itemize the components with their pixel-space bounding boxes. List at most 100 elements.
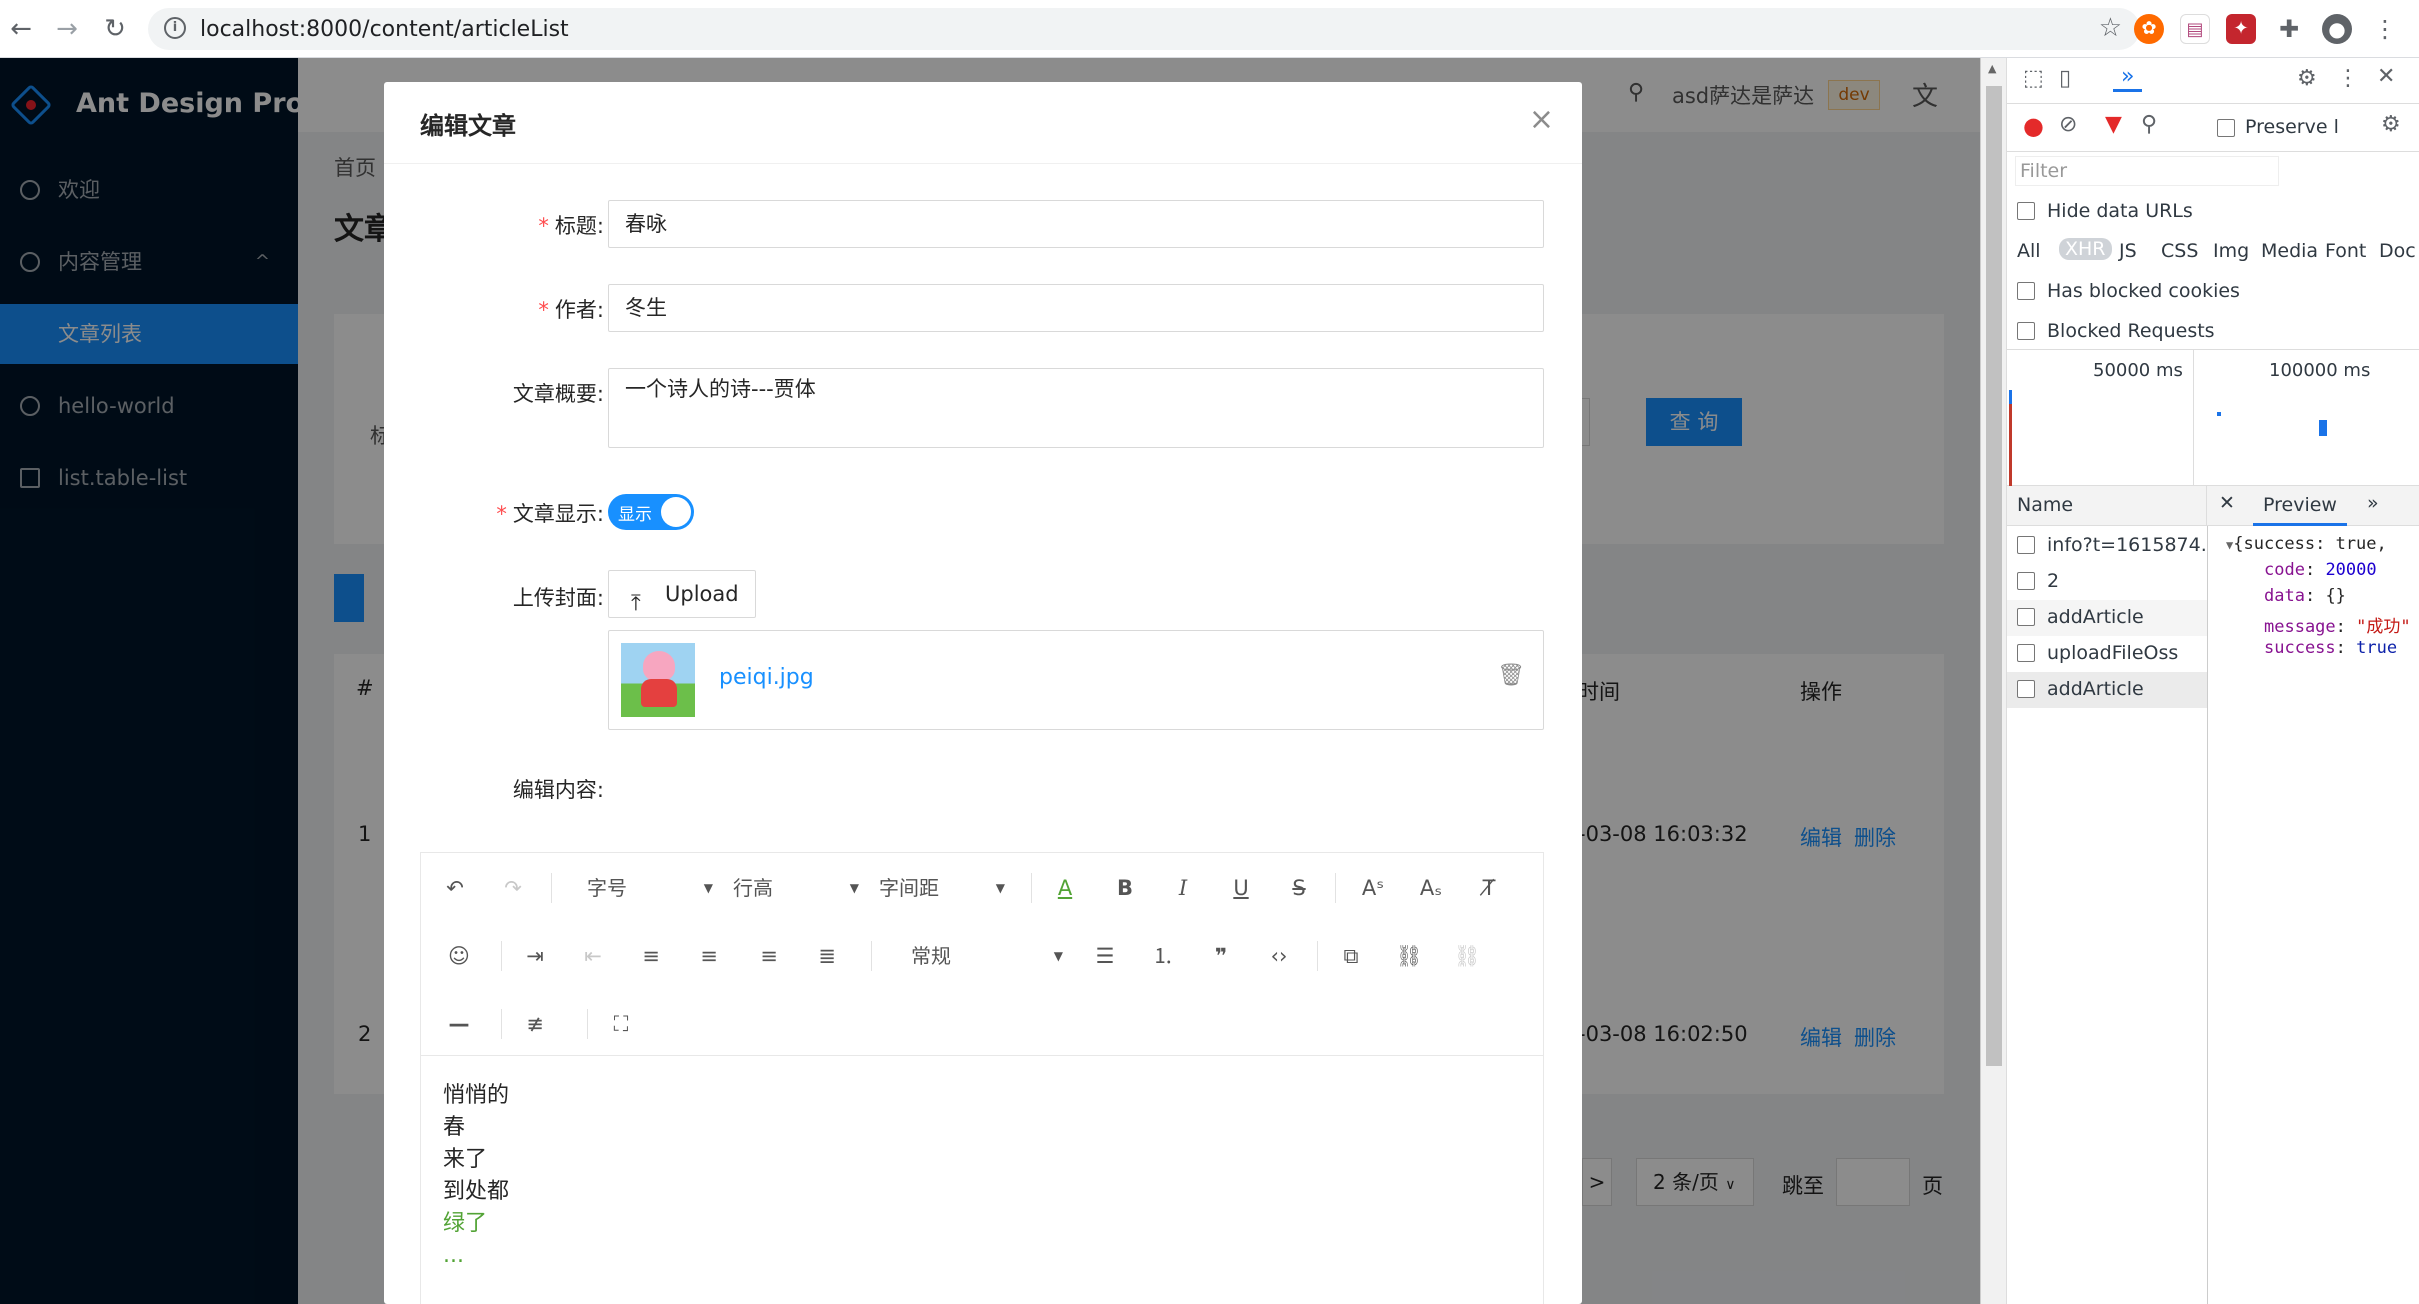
italic-icon[interactable]: I: [1165, 871, 1201, 905]
author-label: * 作者:: [384, 294, 604, 324]
required-mark: *: [496, 502, 507, 526]
close-icon[interactable]: ×: [1529, 102, 1554, 137]
file-name-link[interactable]: peiqi.jpg: [719, 665, 814, 690]
align-left-icon[interactable]: ≡: [633, 939, 669, 973]
type-js[interactable]: JS: [2119, 240, 2137, 262]
name-column-header[interactable]: Name: [2007, 486, 2207, 526]
summary-textarea[interactable]: 一个诗人的诗---贾体: [608, 368, 1544, 448]
search-icon[interactable]: ⚲: [2141, 112, 2157, 137]
json-value: {}: [2325, 586, 2346, 606]
superscript-icon[interactable]: Aˢ: [1355, 871, 1391, 905]
quote-icon[interactable]: ❞: [1203, 939, 1239, 973]
type-all[interactable]: All: [2017, 240, 2041, 262]
bold-icon[interactable]: B: [1107, 871, 1143, 905]
type-font[interactable]: Font: [2325, 240, 2366, 262]
align-right-icon[interactable]: ≡: [751, 939, 787, 973]
type-css[interactable]: CSS: [2161, 240, 2198, 262]
editor-content[interactable]: 悄悄的 春 来了 到处都 绿了 ...: [421, 1055, 1543, 1304]
more-tabs-icon[interactable]: »: [2113, 64, 2143, 92]
align-center-icon[interactable]: ≡: [691, 939, 727, 973]
horizontal-rule-icon[interactable]: —: [441, 1007, 477, 1041]
back-button[interactable]: ←: [2, 10, 40, 48]
scroll-up-icon[interactable]: ▲: [1988, 62, 1996, 75]
more-options-icon[interactable]: ⋮: [2337, 66, 2359, 91]
request-row[interactable]: 2: [2007, 564, 2207, 600]
underline-icon[interactable]: U: [1223, 871, 1259, 905]
filter-icon[interactable]: ▼: [2105, 112, 2122, 137]
upload-button[interactable]: ⤒ Upload: [608, 570, 756, 618]
record-icon[interactable]: ●: [2023, 112, 2044, 140]
close-detail-icon[interactable]: ✕: [2219, 492, 2235, 514]
blocked-requests-checkbox[interactable]: [2017, 322, 2035, 340]
clear-icon[interactable]: ⊘: [2059, 112, 2077, 137]
line-height-select[interactable]: 行高 ▼: [733, 871, 859, 905]
type-xhr[interactable]: XHR: [2059, 238, 2112, 260]
undo-icon[interactable]: ↶: [437, 871, 473, 905]
tab-preview[interactable]: Preview: [2253, 494, 2347, 526]
indent-icon[interactable]: ⇥: [517, 939, 553, 973]
request-checkbox: [2017, 536, 2035, 554]
network-timeline[interactable]: 50000 ms 100000 ms: [2007, 350, 2419, 486]
align-justify-icon[interactable]: ≣: [809, 939, 845, 973]
file-thumbnail[interactable]: [621, 643, 695, 717]
preserve-log-checkbox[interactable]: [2217, 119, 2235, 137]
bullet-list-icon[interactable]: ☰: [1087, 939, 1123, 973]
close-devtools-icon[interactable]: ✕: [2377, 64, 2395, 89]
code-icon[interactable]: ‹›: [1261, 939, 1297, 973]
delete-icon[interactable]: 🗑: [1497, 663, 1525, 688]
media-icon[interactable]: ⧉: [1333, 939, 1369, 973]
heading-select[interactable]: 常规 ▼: [911, 939, 1063, 973]
clear-format-icon[interactable]: T̸: [1471, 871, 1507, 905]
json-root[interactable]: ▼{success: true,: [2226, 534, 2387, 554]
forward-button[interactable]: →: [48, 10, 86, 48]
inspect-icon[interactable]: ⬚: [2023, 66, 2044, 91]
json-message: message: "成功": [2264, 617, 2411, 637]
emoji-icon[interactable]: ☺: [441, 939, 477, 973]
display-switch[interactable]: 显示: [608, 494, 694, 530]
letter-spacing-select[interactable]: 字间距 ▼: [879, 871, 1005, 905]
info-icon[interactable]: i: [164, 17, 186, 39]
more-detail-tabs-icon[interactable]: »: [2367, 492, 2379, 514]
redo-icon[interactable]: ↷: [495, 871, 531, 905]
device-toggle-icon[interactable]: ▯: [2059, 66, 2071, 91]
remove-styles-icon[interactable]: ≢: [517, 1007, 553, 1041]
type-media[interactable]: Media: [2261, 240, 2318, 262]
strikethrough-icon[interactable]: S: [1281, 871, 1317, 905]
extension-icon[interactable]: ▤: [2180, 14, 2210, 44]
unlink-icon[interactable]: ⛓: [1449, 939, 1485, 973]
address-bar[interactable]: i localhost:8000/content/articleList ☆: [148, 8, 2140, 50]
reload-button[interactable]: ↻: [96, 10, 134, 48]
extension-icon[interactable]: ✿: [2134, 14, 2164, 44]
subscript-icon[interactable]: Aₛ: [1413, 871, 1449, 905]
hide-data-urls-checkbox[interactable]: [2017, 202, 2035, 220]
request-row-selected[interactable]: addArticle: [2007, 672, 2207, 708]
request-row[interactable]: info?t=1615874...: [2007, 528, 2207, 564]
bookmark-star-icon[interactable]: ☆: [2099, 13, 2122, 43]
filter-input[interactable]: Filter: [2015, 156, 2279, 186]
author-input[interactable]: 冬生: [608, 284, 1544, 332]
json-value: true: [2356, 638, 2398, 658]
settings-icon[interactable]: ⚙: [2297, 66, 2317, 91]
back-arrow-icon: ←: [10, 14, 32, 44]
scrollbar-thumb[interactable]: [1986, 86, 2002, 1066]
font-color-icon[interactable]: A: [1047, 871, 1083, 905]
address-url[interactable]: localhost:8000/content/articleList: [200, 17, 569, 42]
puzzle-icon[interactable]: ✚: [2274, 14, 2304, 44]
type-img[interactable]: Img: [2213, 240, 2249, 262]
fullscreen-icon[interactable]: ⛶: [603, 1007, 639, 1041]
ordered-list-icon[interactable]: ⒈: [1145, 939, 1181, 973]
blocked-cookies-checkbox[interactable]: [2017, 282, 2035, 300]
network-settings-icon[interactable]: ⚙: [2381, 112, 2401, 137]
request-row[interactable]: addArticle: [2007, 600, 2207, 636]
type-doc[interactable]: Doc: [2379, 240, 2416, 262]
title-input[interactable]: 春咏: [608, 200, 1544, 248]
extension-icon[interactable]: ✦: [2226, 14, 2256, 44]
page-scrollbar[interactable]: ▲: [1981, 58, 2007, 1304]
link-icon[interactable]: ⛓: [1391, 939, 1427, 973]
split-divider[interactable]: [2207, 526, 2208, 1304]
avatar-icon[interactable]: ●: [2322, 14, 2352, 44]
font-size-select[interactable]: 字号 ▼: [587, 871, 713, 905]
more-menu-icon[interactable]: ⋮: [2370, 14, 2400, 44]
outdent-icon[interactable]: ⇤: [575, 939, 611, 973]
request-row[interactable]: uploadFileOss: [2007, 636, 2207, 672]
